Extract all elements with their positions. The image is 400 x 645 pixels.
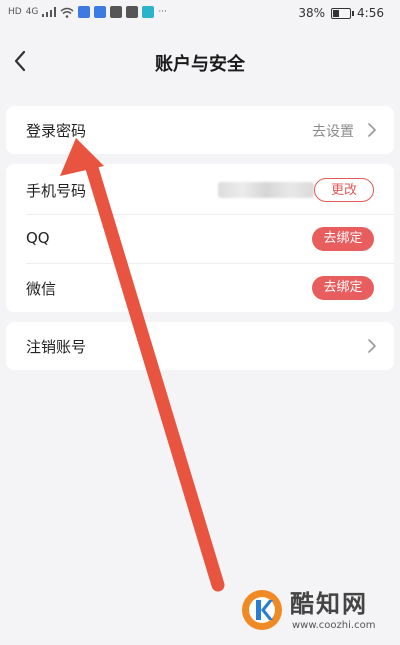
wifi-icon [60,7,74,18]
coozhi-logo-icon [242,590,282,630]
phone-row: 手机号码 更改 [6,166,394,214]
search-app-icon [142,6,155,18]
wechat-row: 微信 去绑定 [6,264,394,312]
watermark-name: 酷知网 [290,590,368,618]
more-notifications: ··· [158,7,167,17]
masked-phone-number [218,182,314,198]
change-phone-button[interactable]: 更改 [314,178,374,202]
shield-icon [126,6,139,18]
signal-label: 4G [25,7,39,17]
battery-percent: 38% [298,6,326,20]
page-title: 账户与安全 [155,54,245,75]
bind-qq-button[interactable]: 去绑定 [312,227,374,251]
signal-icon [42,7,57,17]
watermark-url: www.coozhi.com [292,620,376,631]
status-left: HD 4G ··· [8,6,167,18]
qq-row: QQ 去绑定 [6,215,394,263]
app-notification-icon [94,6,107,18]
status-bar: HD 4G ··· 38% 4:56 [0,0,400,28]
battery-icon [331,7,355,19]
chevron-right-icon [368,339,376,353]
message-icon [110,6,123,18]
phone-label: 手机号码 [26,182,87,200]
chevron-right-icon [368,123,376,137]
wechat-label: 微信 [26,280,57,298]
network-type-label: HD [8,7,22,17]
qq-label: QQ [26,229,50,247]
cancel-account-label: 注销账号 [26,338,87,356]
login-password-label: 登录密码 [26,122,87,140]
cancel-account-row[interactable]: 注销账号 [6,322,394,370]
bind-wechat-button[interactable]: 去绑定 [312,276,374,300]
password-card: 登录密码 去设置 [6,106,394,154]
cancel-account-card: 注销账号 [6,322,394,370]
login-password-value: 去设置 [312,124,354,140]
binding-card: 手机号码 更改 QQ 去绑定 微信 去绑定 [6,164,394,312]
status-right: 38% 4:56 [298,6,384,20]
app-p-icon [78,6,91,18]
nav-bar: 账户与安全 [0,36,400,88]
watermark: 酷知网 www.coozhi.com [238,584,388,640]
clock: 4:56 [357,6,384,20]
login-password-row[interactable]: 登录密码 去设置 [6,106,394,154]
